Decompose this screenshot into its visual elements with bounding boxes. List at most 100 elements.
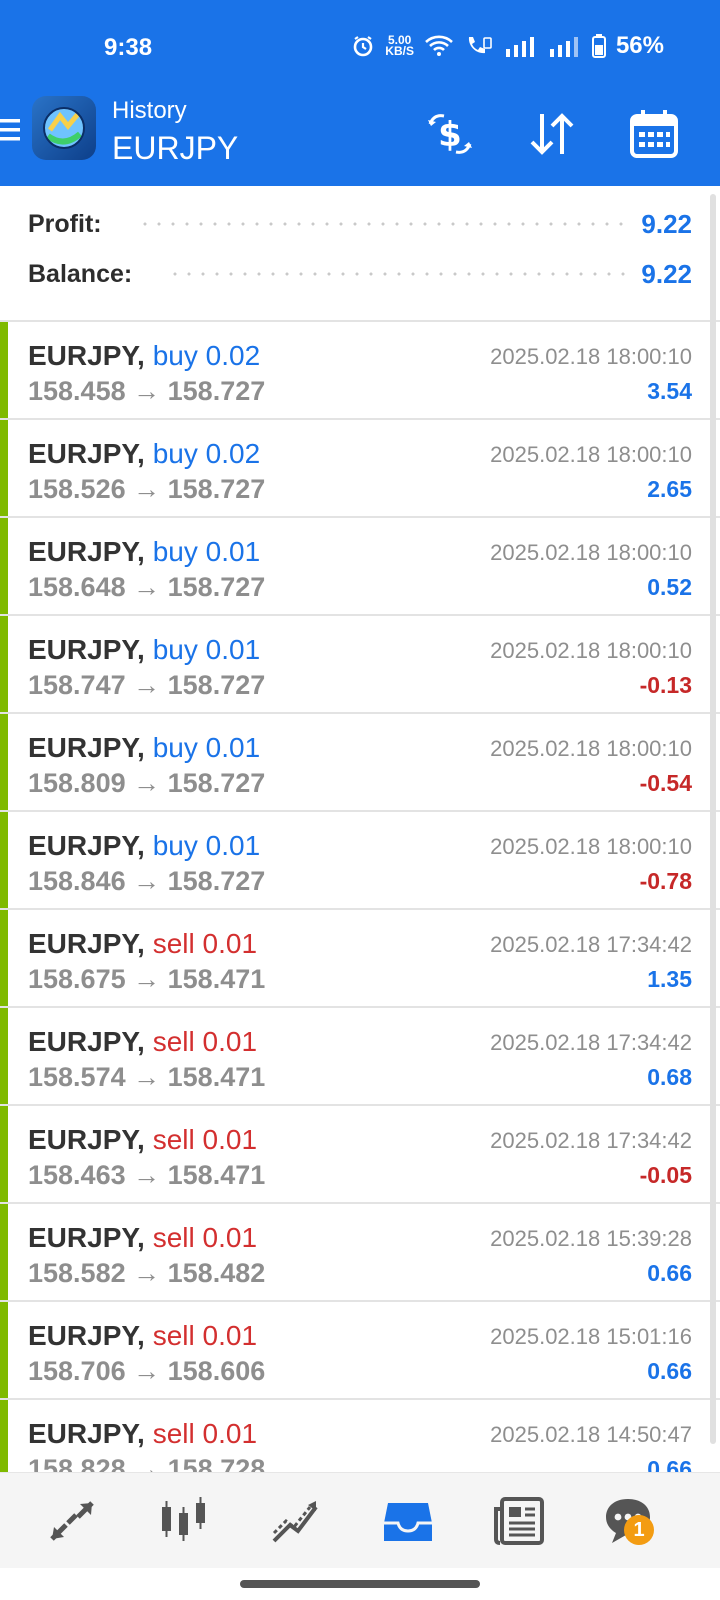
trade-icon <box>50 1501 94 1541</box>
nav-chat[interactable]: 1 <box>598 1491 658 1551</box>
scrollbar[interactable] <box>710 194 716 1444</box>
sort-icon[interactable] <box>526 108 578 160</box>
arrow-right-icon: → <box>133 1258 161 1288</box>
section-title: History <box>112 97 187 124</box>
row-indicator <box>0 910 8 1006</box>
nav-history[interactable] <box>378 1491 438 1551</box>
dotted-leader <box>137 222 628 226</box>
arrow-right-icon: → <box>133 376 161 406</box>
trade-row[interactable]: EURJPY, sell 0.01 158.675 → 158.471 2025.02… <box>0 910 720 1008</box>
deposit-icon[interactable]: $ <box>424 108 476 160</box>
trade-type: sell 0.01 <box>152 1124 258 1155</box>
row-indicator <box>0 714 8 810</box>
trade-profit: -0.54 <box>639 770 692 796</box>
gesture-bar[interactable] <box>240 1580 480 1588</box>
trade-row[interactable]: EURJPY, sell 0.01 158.582 → 158.482 2025.02… <box>0 1204 720 1302</box>
trade-profit: 0.52 <box>647 574 692 600</box>
trade-type: buy 0.02 <box>152 438 261 469</box>
trade-prices: 158.809 → 158.727 <box>28 768 266 798</box>
trade-symbol: EURJPY, sell 0.01 <box>28 1320 258 1351</box>
trade-row[interactable]: EURJPY, buy 0.02 158.458 → 158.727 2025.02.… <box>0 322 720 420</box>
trade-symbol: EURJPY, buy 0.01 <box>28 830 261 861</box>
trending-icon <box>272 1501 318 1543</box>
row-indicator <box>0 420 8 516</box>
network-speed: 5.00 KB/S <box>385 33 414 58</box>
trade-time: 2025.02.18 18:00:10 <box>490 638 692 663</box>
row-indicator <box>0 1204 8 1300</box>
trade-type: sell 0.01 <box>152 1418 258 1449</box>
trade-row[interactable]: EURJPY, buy 0.01 158.809 → 158.727 2025.02.… <box>0 714 720 812</box>
trade-prices: 158.458 → 158.727 <box>28 376 266 406</box>
app-bar: History EURJPY $ <box>0 92 720 186</box>
trade-time: 2025.02.18 17:34:42 <box>490 1128 692 1153</box>
arrow-right-icon: → <box>133 1454 161 1472</box>
trade-prices: 158.582 → 158.482 <box>28 1258 266 1288</box>
trade-symbol: EURJPY, sell 0.01 <box>28 1222 258 1253</box>
row-indicator <box>0 616 8 712</box>
arrow-right-icon: → <box>133 572 161 602</box>
dotted-leader <box>168 272 628 276</box>
trade-profit: 2.65 <box>647 476 692 502</box>
trade-profit: 0.68 <box>647 1064 692 1090</box>
trade-symbol: EURJPY, sell 0.01 <box>28 1418 258 1449</box>
nav-trade[interactable] <box>42 1491 102 1551</box>
balance-label: Balance: <box>28 259 133 288</box>
trade-row[interactable]: EURJPY, sell 0.01 158.706 → 158.606 2025.02… <box>0 1302 720 1400</box>
status-bar: 9:38 5.00 KB/S 56% <box>0 0 720 92</box>
trade-row[interactable]: EURJPY, sell 0.01 158.463 → 158.471 2025.02… <box>0 1106 720 1204</box>
call-icon <box>468 37 492 54</box>
profit-row: Profit: 9.22 <box>28 204 692 244</box>
status-icons: 5.00 KB/S 56% <box>351 32 664 60</box>
calendar-icon[interactable] <box>628 108 680 160</box>
chart-icon <box>162 1497 205 1541</box>
nav-chart[interactable] <box>154 1491 214 1551</box>
row-indicator <box>0 1008 8 1104</box>
trade-prices: 158.526 → 158.727 <box>28 474 266 504</box>
trade-row[interactable]: EURJPY, sell 0.01 158.828 → 158.728 2025.02… <box>0 1400 720 1472</box>
arrow-right-icon: → <box>133 670 161 700</box>
news-icon <box>494 1497 544 1545</box>
history-icon <box>384 1503 432 1541</box>
nav-trending[interactable] <box>266 1491 326 1551</box>
trade-row[interactable]: EURJPY, buy 0.01 158.747 → 158.727 2025.02.… <box>0 616 720 714</box>
trade-row[interactable]: EURJPY, buy 0.01 158.846 → 158.727 2025.02.… <box>0 812 720 910</box>
nav-news[interactable] <box>490 1491 550 1551</box>
symbol-title: EURJPY <box>112 130 239 166</box>
row-indicator <box>0 1106 8 1202</box>
profit-label: Profit: <box>28 209 102 238</box>
menu-icon[interactable] <box>0 115 22 145</box>
battery-percent: 56% <box>615 32 664 59</box>
trade-type: buy 0.01 <box>152 536 261 567</box>
trade-type: sell 0.01 <box>152 1026 258 1057</box>
trade-time: 2025.02.18 18:00:10 <box>490 344 692 369</box>
trade-prices: 158.648 → 158.727 <box>28 572 266 602</box>
trade-time: 2025.02.18 14:50:47 <box>490 1422 692 1447</box>
balance-value: 9.22 <box>641 258 692 289</box>
trade-type: sell 0.01 <box>152 1320 258 1351</box>
status-time: 9:38 <box>104 34 153 61</box>
row-indicator <box>0 812 8 908</box>
trade-type: buy 0.01 <box>152 634 261 665</box>
arrow-right-icon: → <box>133 964 161 994</box>
trade-row[interactable]: EURJPY, buy 0.01 158.648 → 158.727 2025.02.… <box>0 518 720 616</box>
trade-prices: 158.463 → 158.471 <box>28 1160 266 1190</box>
trade-profit: -0.78 <box>639 868 692 894</box>
row-indicator <box>0 518 8 614</box>
trade-row[interactable]: EURJPY, buy 0.02 158.526 → 158.727 2025.02.… <box>0 420 720 518</box>
trade-symbol: EURJPY, buy 0.02 <box>28 340 261 371</box>
trade-time: 2025.02.18 17:34:42 <box>490 932 692 957</box>
trade-row[interactable]: EURJPY, sell 0.01 158.574 → 158.471 2025.02… <box>0 1008 720 1106</box>
battery-icon <box>591 34 606 58</box>
trade-history-list[interactable]: EURJPY, buy 0.02 158.458 → 158.727 2025.02.… <box>0 322 720 1472</box>
arrow-right-icon: → <box>133 866 161 896</box>
trade-prices: 158.828 → 158.728 <box>28 1454 265 1472</box>
trade-time: 2025.02.18 17:34:42 <box>490 1030 692 1055</box>
balance-row: Balance: 9.22 <box>28 254 692 294</box>
trade-symbol: EURJPY, sell 0.01 <box>28 1026 258 1057</box>
trade-type: buy 0.01 <box>152 830 261 861</box>
bottom-navigation: 1 <box>0 1472 720 1568</box>
row-indicator <box>0 322 8 418</box>
signal-icon <box>505 37 534 57</box>
trade-symbol: EURJPY, sell 0.01 <box>28 928 258 959</box>
trade-profit: 0.66 <box>647 1260 692 1286</box>
